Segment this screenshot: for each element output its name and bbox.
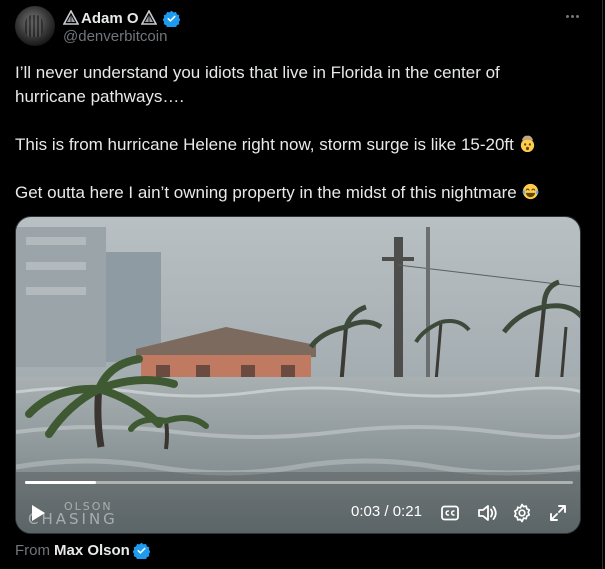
- tweet-paragraph-text: This is from hurricane Helene right now,…: [15, 135, 514, 154]
- attribution-name-link[interactable]: Max Olson: [54, 542, 130, 559]
- settings-button[interactable]: [510, 499, 534, 527]
- fullscreen-button[interactable]: [546, 499, 570, 527]
- tears-of-joy-emoji: [522, 183, 539, 200]
- tweet-paragraph: Get outta here I ain’t owning property i…: [15, 181, 575, 205]
- more-options-button[interactable]: [563, 8, 581, 24]
- tweet-text: I’ll never understand you idiots that li…: [15, 61, 575, 205]
- fullscreen-icon: [550, 505, 566, 521]
- video-time: 0:03 / 0:21: [351, 503, 422, 520]
- volume-button[interactable]: [475, 499, 499, 527]
- author-name-row[interactable]: Adam O: [63, 8, 180, 28]
- play-icon: [32, 505, 45, 521]
- exploding-head-emoji: [520, 135, 535, 153]
- duration: 0:21: [392, 503, 422, 520]
- triangle-emblem-icon: [63, 10, 79, 25]
- attribution-prefix: From: [15, 541, 50, 559]
- volume-icon: [478, 505, 497, 521]
- tweet-paragraph-text: Get outta here I ain’t owning property i…: [15, 183, 517, 202]
- video-player[interactable]: OLSON CHASING 0:03 / 0:21: [15, 216, 581, 534]
- current-time: 0:03: [351, 503, 381, 520]
- time-separator: /: [384, 503, 389, 520]
- author-display-name: Adam O: [81, 9, 139, 27]
- settings-icon: [513, 503, 531, 523]
- play-button[interactable]: [26, 499, 50, 527]
- video-frame-image: [16, 217, 580, 533]
- more-horizontal-icon: [565, 14, 569, 18]
- avatar[interactable]: [15, 6, 55, 46]
- captions-icon: [441, 505, 459, 521]
- author-handle[interactable]: @denverbitcoin: [63, 28, 167, 45]
- tweet-paragraph: I’ll never understand you idiots that li…: [15, 63, 500, 106]
- verified-badge-icon: [162, 10, 180, 27]
- media-attribution: From Max Olson: [15, 540, 150, 560]
- tweet-paragraph: This is from hurricane Helene right now,…: [15, 133, 575, 157]
- tweet-card: Adam O @denverbitcoin I’ll never underst…: [0, 0, 603, 569]
- captions-button[interactable]: [439, 499, 461, 527]
- verified-badge-icon: [132, 542, 150, 559]
- video-progress-bar[interactable]: [25, 481, 573, 484]
- triangle-emblem-icon: [140, 10, 157, 25]
- video-progress-fill: [25, 481, 97, 484]
